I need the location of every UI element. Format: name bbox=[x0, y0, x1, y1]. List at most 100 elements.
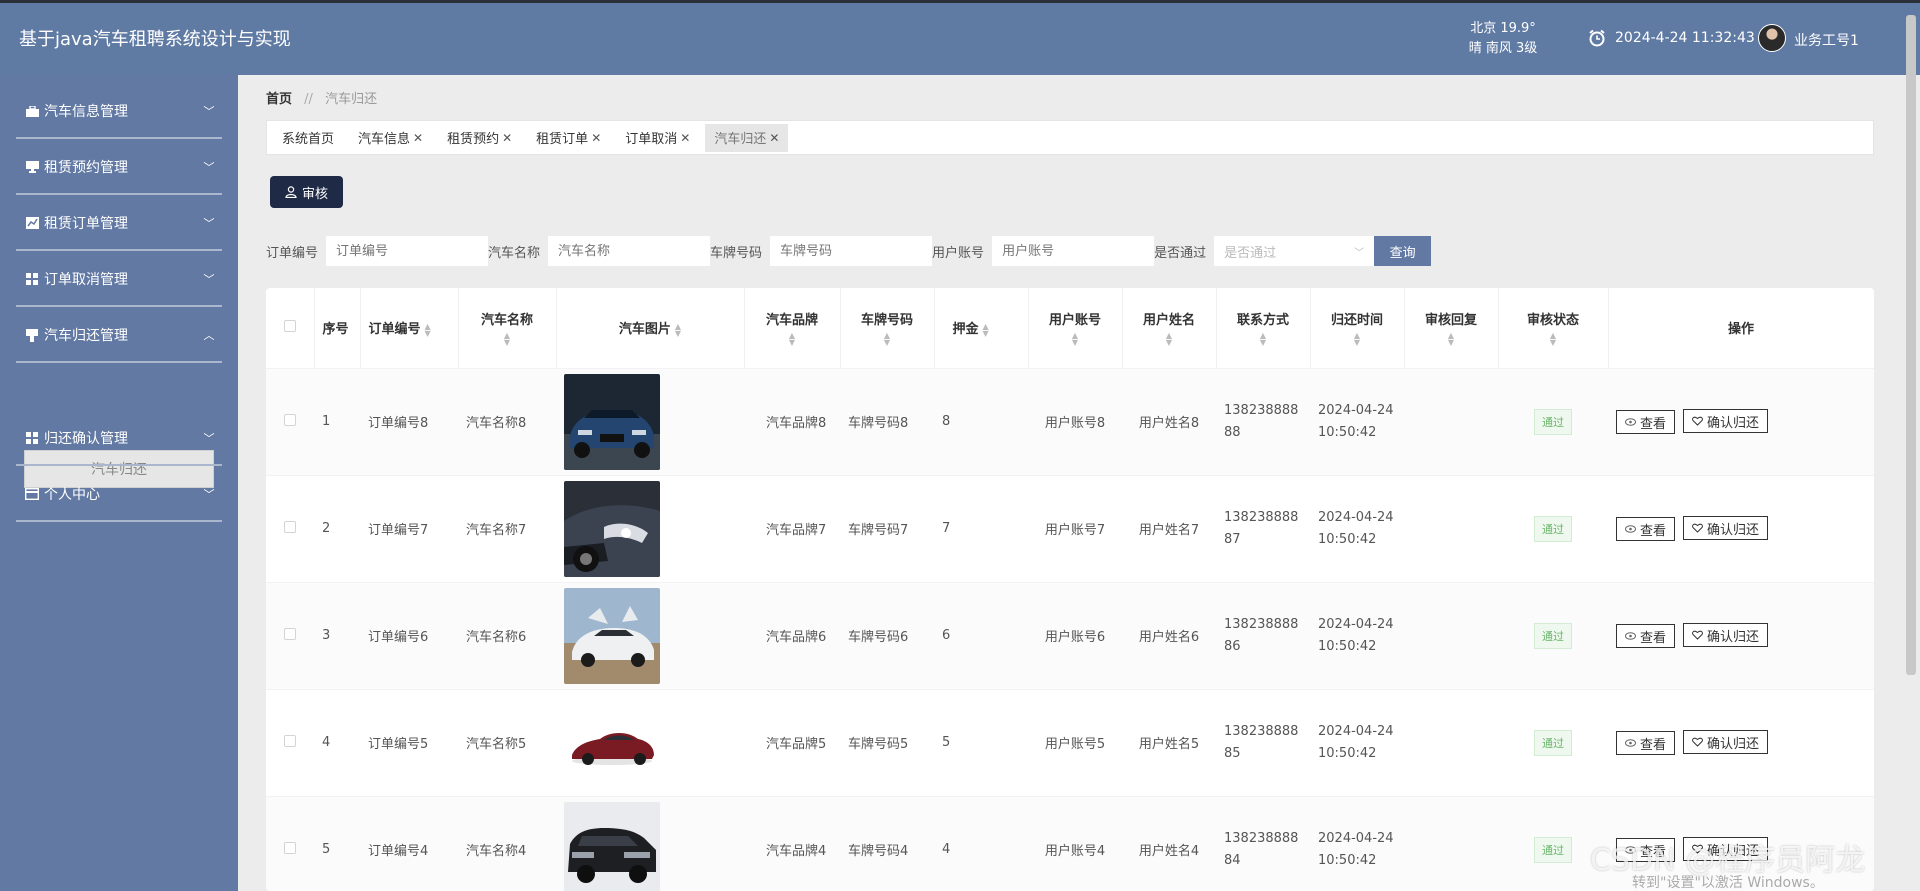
sidebar-item-return[interactable]: 汽车归还管理 ︿ bbox=[16, 309, 222, 363]
order-no-input[interactable] bbox=[326, 236, 489, 266]
passed-select[interactable]: 是否通过 ﹀ bbox=[1214, 236, 1375, 266]
sort-icon[interactable]: ▲ ▼ bbox=[459, 332, 556, 347]
tab-bar: 系统首页 汽车信息 ✕ 租赁预约 ✕ 租赁订单 ✕ 订单取消 ✕ 汽车归还 ✕ bbox=[266, 120, 1874, 155]
sort-icon[interactable]: ▲ ▼ bbox=[1029, 332, 1122, 347]
confirm-return-button[interactable]: 确认归还 bbox=[1683, 730, 1769, 754]
app-title: 基于java汽车租聘系统设计与实现 bbox=[19, 29, 291, 50]
header-user-name-cell[interactable]: 用户姓名 ▲ ▼ bbox=[1122, 288, 1217, 368]
cell-account: 用户账号8 bbox=[1028, 367, 1122, 475]
sort-icon[interactable]: ▲ ▼ bbox=[745, 332, 840, 347]
plate-input[interactable] bbox=[770, 236, 933, 266]
breadcrumb-home[interactable]: 首页 bbox=[266, 92, 292, 107]
status-badge: 通过 bbox=[1534, 836, 1572, 863]
cell-user-name: 用户姓名7 bbox=[1122, 474, 1216, 582]
grid-icon bbox=[24, 272, 40, 286]
confirm-return-button[interactable]: 确认归还 bbox=[1683, 623, 1769, 647]
sidebar-item-cancel[interactable]: 订单取消管理 ﹀ bbox=[16, 253, 222, 307]
sort-icon[interactable]: ▲ ▼ bbox=[675, 322, 681, 337]
header-plate-cell[interactable]: 车牌号码 ▲ ▼ bbox=[840, 288, 935, 368]
filter-label-plate: 车牌号码 bbox=[710, 245, 763, 261]
cell-car-name: 汽车名称7 bbox=[458, 474, 556, 582]
confirm-return-button[interactable]: 确认归还 bbox=[1683, 409, 1769, 433]
row-checkbox[interactable] bbox=[284, 627, 296, 640]
sidebar-item-profile[interactable]: 个人中心 ﹀ bbox=[16, 468, 222, 522]
close-icon[interactable]: ✕ bbox=[769, 131, 779, 145]
user-name[interactable]: 业务工号1 bbox=[1794, 30, 1859, 50]
sidebar-item-label: 订单取消管理 bbox=[44, 272, 128, 288]
cell-car-name: 汽车名称8 bbox=[458, 367, 556, 475]
sort-icon[interactable]: ▲ ▼ bbox=[425, 322, 431, 337]
view-button[interactable]: 查看 bbox=[1616, 731, 1676, 755]
row-checkbox[interactable] bbox=[284, 520, 296, 533]
cell-brand: 汽车品牌4 bbox=[744, 795, 840, 891]
chevron-down-icon: ﹀ bbox=[203, 432, 215, 445]
cell-index: 1 bbox=[314, 367, 360, 475]
row-checkbox[interactable] bbox=[284, 413, 296, 426]
tab-reservation[interactable]: 租赁预约 ✕ bbox=[438, 124, 521, 152]
cell-car-name: 汽车名称4 bbox=[458, 795, 556, 891]
table-row: 1 订单编号8 汽车名称8 汽车品牌8 车牌号码8 8 用户账号8 用户姓名8 … bbox=[266, 367, 1874, 475]
header-brand-cell[interactable]: 汽车品牌 ▲ ▼ bbox=[744, 288, 841, 368]
sort-icon[interactable]: ▲ ▼ bbox=[1123, 332, 1216, 347]
view-button[interactable]: 查看 bbox=[1616, 624, 1676, 648]
tab-car-return[interactable]: 汽车归还 ✕ bbox=[705, 123, 789, 152]
account-input[interactable] bbox=[992, 236, 1155, 266]
cell-order-no: 订单编号7 bbox=[360, 474, 458, 582]
header-reply-cell[interactable]: 审核回复 ▲ ▼ bbox=[1404, 288, 1499, 368]
sidebar-item-label: 汽车信息管理 bbox=[44, 104, 128, 120]
audit-button[interactable]: 审核 bbox=[270, 176, 343, 208]
car-photo-white-gullwing[interactable] bbox=[564, 587, 660, 684]
tab-car-info[interactable]: 汽车信息 ✕ bbox=[349, 124, 432, 152]
confirm-return-button[interactable]: 确认归还 bbox=[1683, 516, 1769, 540]
breadcrumb-separator: // bbox=[304, 92, 313, 107]
header-account-cell[interactable]: 用户账号 ▲ ▼ bbox=[1028, 288, 1123, 368]
header-order-no-cell[interactable]: 订单编号 ▲ ▼ bbox=[360, 288, 459, 368]
close-icon[interactable]: ✕ bbox=[502, 131, 512, 145]
header-index: 序号 bbox=[322, 322, 349, 338]
eye-icon bbox=[1625, 525, 1636, 533]
car-photo-black-suv[interactable] bbox=[564, 801, 660, 891]
sidebar-item-orders[interactable]: 租赁订单管理 ﹀ bbox=[16, 197, 222, 251]
header-car-name-cell[interactable]: 汽车名称 ▲ ▼ bbox=[458, 288, 557, 368]
car-photo-blue-sedan[interactable] bbox=[564, 373, 660, 470]
table-header-row: 序号 订单编号 ▲ ▼ 汽车名称 ▲ ▼ 汽车图片 ▲ ▼ 汽车品牌 ▲ ▼ 车牌号码 ▲ ▼ 押金… bbox=[266, 288, 1874, 368]
select-all-checkbox[interactable] bbox=[283, 319, 296, 332]
car-photo-dark-headlight[interactable] bbox=[564, 480, 660, 577]
header-car-image-cell[interactable]: 汽车图片 ▲ ▼ bbox=[556, 288, 745, 368]
header-status-cell[interactable]: 审核状态 ▲ ▼ bbox=[1498, 288, 1609, 368]
sidebar-item-reservation[interactable]: 租赁预约管理 ﹀ bbox=[16, 141, 222, 195]
sidebar-item-car-info[interactable]: 汽车信息管理 ﹀ bbox=[16, 85, 222, 139]
close-icon[interactable]: ✕ bbox=[413, 131, 423, 145]
tab-orders[interactable]: 租赁订单 ✕ bbox=[527, 124, 610, 152]
close-icon[interactable]: ✕ bbox=[591, 131, 601, 145]
cell-deposit: 8 bbox=[934, 367, 1028, 475]
confirm-return-label: 确认归还 bbox=[1707, 522, 1760, 538]
avatar[interactable] bbox=[1758, 24, 1786, 52]
sidebar-item-label: 归还确认管理 bbox=[44, 431, 128, 447]
sidebar-item-return-confirm[interactable]: 归还确认管理 ﹀ bbox=[16, 412, 222, 466]
header-order-no: 订单编号 bbox=[368, 322, 421, 338]
cell-phone-part2: 85 bbox=[1224, 745, 1241, 761]
sort-icon[interactable]: ▲ ▼ bbox=[1499, 332, 1608, 347]
sort-icon[interactable]: ▲ ▼ bbox=[983, 322, 989, 337]
header-contact-cell[interactable]: 联系方式 ▲ ▼ bbox=[1216, 288, 1311, 368]
page-scrollbar[interactable] bbox=[1906, 15, 1916, 675]
view-button[interactable]: 查看 bbox=[1616, 410, 1676, 434]
query-button[interactable]: 查询 bbox=[1374, 236, 1432, 266]
sort-icon[interactable]: ▲ ▼ bbox=[841, 332, 934, 347]
tab-cancel[interactable]: 订单取消 ✕ bbox=[616, 124, 699, 152]
car-photo-red-sedan[interactable] bbox=[564, 694, 660, 791]
row-checkbox[interactable] bbox=[284, 734, 296, 747]
close-icon[interactable]: ✕ bbox=[680, 131, 690, 145]
tab-home[interactable]: 系统首页 bbox=[273, 124, 343, 152]
sort-icon[interactable]: ▲ ▼ bbox=[1311, 332, 1404, 347]
sort-icon[interactable]: ▲ ▼ bbox=[1217, 332, 1310, 347]
header-return-time-cell[interactable]: 归还时间 ▲ ▼ bbox=[1310, 288, 1405, 368]
sort-icon[interactable]: ▲ ▼ bbox=[1405, 332, 1498, 347]
view-button[interactable]: 查看 bbox=[1616, 517, 1676, 541]
row-checkbox[interactable] bbox=[284, 841, 296, 854]
header-deposit-cell[interactable]: 押金 ▲ ▼ bbox=[934, 288, 1029, 368]
cell-user-name: 用户姓名4 bbox=[1122, 795, 1216, 891]
car-name-input[interactable] bbox=[548, 236, 711, 266]
eye-icon bbox=[1625, 739, 1636, 747]
